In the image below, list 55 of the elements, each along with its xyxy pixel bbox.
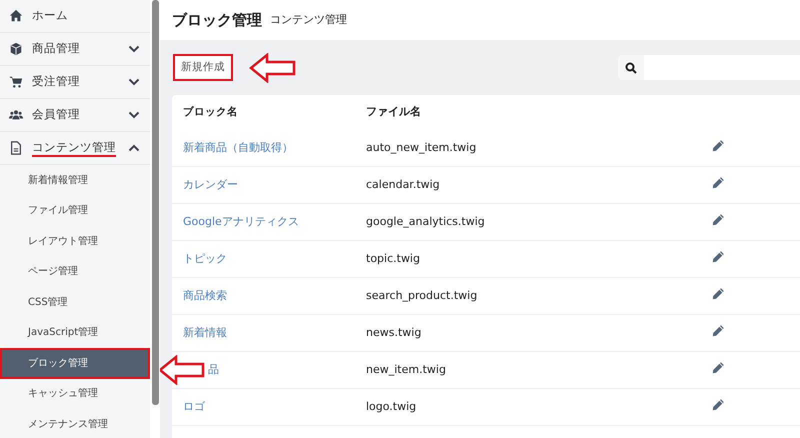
sidebar-item[interactable]: レイアウト管理: [0, 226, 150, 256]
pencil-icon: [712, 286, 725, 300]
edit-button[interactable]: [712, 286, 725, 300]
block-link[interactable]: 商品検索: [183, 288, 227, 302]
edit-button[interactable]: [712, 138, 725, 152]
sidebar-item[interactable]: キャッシュ管理: [0, 378, 150, 409]
search-icon: [625, 62, 637, 74]
table-cell-text: new_item.twig: [366, 362, 447, 378]
table-cell-text: google_analytics.twig: [366, 214, 486, 230]
edit-button[interactable]: [712, 360, 725, 374]
table-cell-text: logo.twig: [366, 398, 418, 415]
block-link[interactable]: Googleアナリティクス: [183, 214, 299, 228]
pencil-icon: [712, 212, 725, 226]
sidebar-item[interactable]: ブロック管理: [0, 348, 150, 378]
page-title: ブロック管理: [172, 10, 262, 31]
edit-button[interactable]: [712, 212, 725, 226]
pencil-icon: [712, 324, 725, 337]
sidebar-item[interactable]: コンテンツ管理: [0, 132, 150, 165]
edit-button[interactable]: [712, 176, 725, 189]
sidebar-item[interactable]: メンテナンス管理: [0, 409, 150, 438]
column-header: ファイル名: [366, 104, 422, 120]
pencil-icon: [712, 360, 725, 374]
page-subtitle: コンテンツ管理: [270, 12, 347, 28]
sidebar-item[interactable]: JavaScript管理: [0, 318, 150, 348]
table-cell-text: topic.twig: [366, 250, 421, 267]
pencil-icon: [712, 250, 725, 263]
edit-button[interactable]: [712, 324, 725, 337]
edit-button[interactable]: [712, 250, 725, 263]
block-link[interactable]: 新着情報: [183, 326, 227, 339]
block-link[interactable]: カレンダー: [183, 178, 238, 191]
sidebar-item[interactable]: ファイル管理: [0, 196, 150, 226]
search-field[interactable]: [618, 55, 800, 80]
pencil-icon: [712, 176, 725, 189]
document-icon: [9, 141, 23, 155]
sidebar-item[interactable]: CSS管理: [0, 287, 150, 318]
pencil-icon: [712, 398, 725, 411]
block-link[interactable]: トピック: [183, 252, 227, 265]
table-cell-text: auto_new_item.twig: [366, 140, 478, 156]
column-header: ブロック名: [182, 104, 239, 120]
users-icon: [9, 108, 23, 122]
pencil-icon: [712, 138, 725, 152]
table-cell-text: calendar.twig: [366, 176, 441, 193]
edit-button[interactable]: [712, 398, 725, 411]
block-link[interactable]: ロゴ: [183, 400, 205, 413]
cube-icon: [9, 42, 23, 56]
block-link[interactable]: 新着商品（自動取得）: [183, 140, 293, 154]
block-link[interactable]: 品: [208, 362, 219, 378]
sidebar-item[interactable]: 新着情報管理: [0, 165, 150, 196]
table-cell-text: search_product.twig: [366, 288, 478, 304]
sidebar-item[interactable]: ページ管理: [0, 256, 150, 287]
scrollbar-thumb[interactable]: [152, 0, 158, 405]
cart-icon: [9, 75, 23, 89]
new-button[interactable]: 新規作成: [173, 54, 233, 82]
home-icon: [9, 9, 23, 23]
table-cell-text: news.twig: [366, 324, 422, 341]
